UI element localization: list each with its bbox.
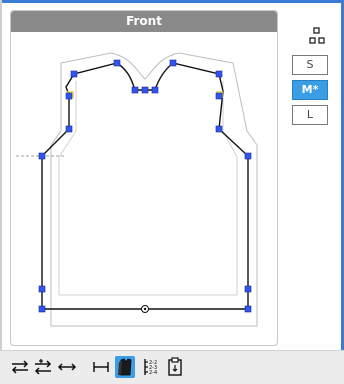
handle-side-right-low [244, 285, 252, 293]
handle-armhole-right-mid [215, 92, 223, 100]
garment-schematic[interactable] [11, 32, 277, 345]
handle-armhole-left-mid [65, 92, 73, 100]
inner-seam-outline [58, 81, 238, 296]
size-m-button[interactable]: M* [292, 80, 328, 100]
handle-neck-right [151, 86, 159, 94]
handle-armhole-left-low [65, 125, 73, 133]
handle-shoulder-left [113, 59, 121, 67]
handle-hem-right [244, 305, 252, 313]
handle-shoulder-right [169, 59, 177, 67]
width-measure-icon[interactable] [91, 356, 111, 378]
handle-neck-left [131, 86, 139, 94]
handle-armhole-right-low [215, 125, 223, 133]
paste-icon[interactable] [165, 356, 185, 378]
size-l-button[interactable]: L [292, 105, 328, 125]
arrow-both-ways-icon[interactable] [57, 356, 77, 378]
svg-text:2-4: 2-4 [149, 370, 157, 376]
handle-side-right-top [244, 152, 252, 160]
handle-side-left-top [38, 152, 46, 160]
garment-view-icon[interactable] [115, 356, 135, 378]
bottom-toolbar: 2-2 2-3 2-4 [0, 350, 344, 384]
handle-neck-center [141, 86, 149, 94]
handle-side-left-low [38, 285, 46, 293]
swap-horizontal-icon[interactable] [10, 356, 30, 378]
front-panel: Front [10, 10, 278, 346]
grid-layout-icon[interactable] [308, 26, 328, 46]
adjust-rows-icon[interactable] [33, 356, 53, 378]
size-s-button[interactable]: S [292, 55, 328, 75]
pattern-canvas[interactable] [11, 32, 277, 345]
handle-armhole-right-top [215, 70, 223, 78]
window-top-edge [0, 0, 344, 3]
garment-outline [41, 62, 249, 310]
window-left-edge [0, 0, 2, 350]
handle-armhole-left-top [70, 70, 78, 78]
pattern-repeat-icon[interactable]: 2-2 2-3 2-4 [141, 356, 161, 378]
handle-hem-left [38, 305, 46, 313]
outer-seam-outline [50, 62, 258, 327]
neck-outer-outline [60, 52, 234, 80]
panel-title: Front [11, 11, 277, 32]
